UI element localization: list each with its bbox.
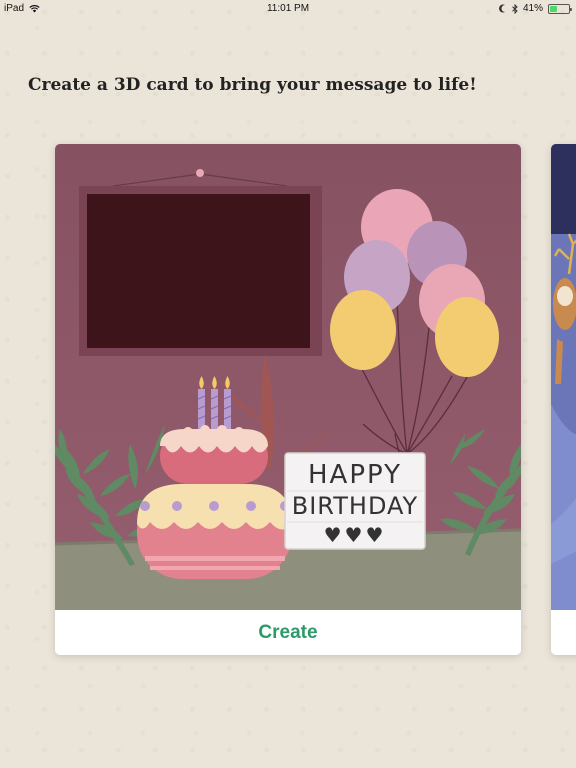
page-headline: Create a 3D card to bring your message t…: [28, 75, 477, 95]
photo-frame-inner: [87, 194, 310, 348]
status-bar: iPad 11:01 PM 41%: [0, 0, 576, 18]
sign-hearts: ♥♥♥: [324, 523, 387, 547]
sign-line-1: HAPPY: [308, 460, 402, 490]
status-time: 11:01 PM: [266, 3, 310, 14]
battery-percent: 41%: [522, 3, 543, 14]
status-right: 41%: [499, 3, 572, 14]
battery-fill: [550, 5, 558, 12]
birthday-card[interactable]: HAPPY BIRTHDAY ♥♥♥ Create: [55, 144, 521, 655]
battery-icon: [548, 3, 572, 14]
reindeer-card-illustration[interactable]: [551, 144, 576, 610]
birthday-sign: HAPPY BIRTHDAY ♥♥♥: [284, 452, 426, 550]
birthday-card-illustration[interactable]: HAPPY BIRTHDAY ♥♥♥: [55, 144, 521, 610]
create-button[interactable]: Create: [55, 610, 521, 655]
sign-line-2: BIRTHDAY: [292, 492, 418, 520]
reindeer-card-preview[interactable]: [551, 144, 576, 655]
do-not-disturb-icon: [499, 4, 505, 13]
frame-nail: [196, 169, 204, 177]
bluetooth-icon: [512, 3, 518, 14]
